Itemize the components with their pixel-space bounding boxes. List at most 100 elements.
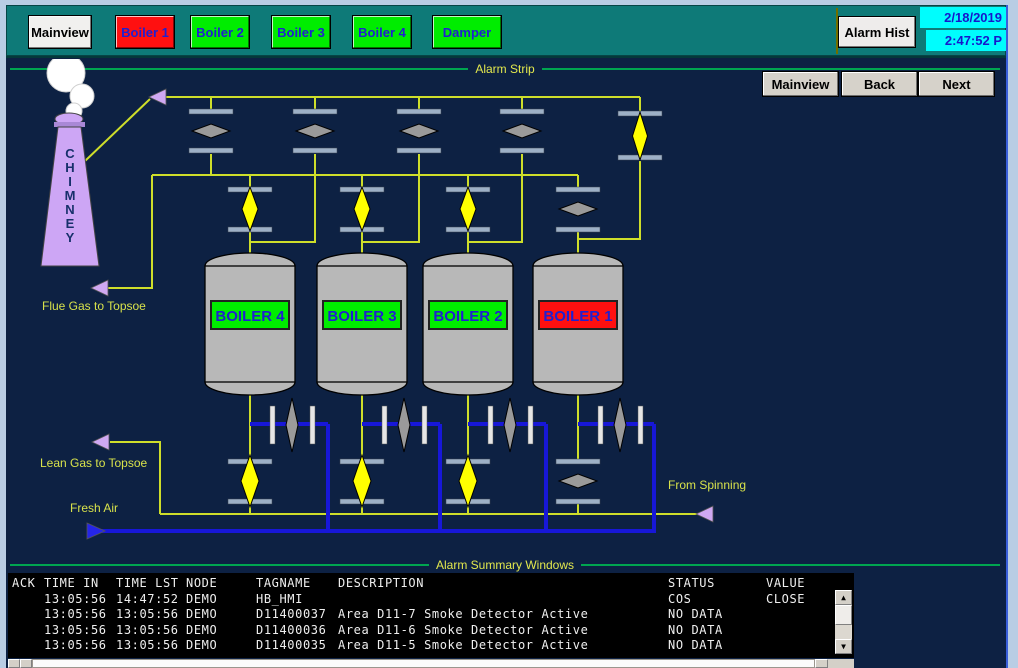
damper-closed-icon[interactable] bbox=[296, 124, 334, 138]
alarm-header-row[interactable]: ACKTIME INTIME LSTNODETAGNAMEDESCRIPTION… bbox=[8, 576, 854, 592]
inlet-valve[interactable] bbox=[340, 187, 384, 232]
damper-closed-icon[interactable] bbox=[400, 124, 438, 138]
scroll-down-icon[interactable]: ▼ bbox=[835, 639, 852, 654]
flange-bar bbox=[598, 406, 603, 444]
lean-gas-arrow-icon bbox=[92, 434, 109, 450]
damper-valve[interactable] bbox=[500, 109, 544, 153]
alarm-cell bbox=[12, 607, 44, 623]
from-spinning-label: From Spinning bbox=[668, 478, 746, 492]
butterfly-closed-icon[interactable] bbox=[398, 398, 410, 452]
bypass-valve[interactable] bbox=[618, 111, 662, 160]
hscroll-track[interactable] bbox=[32, 659, 815, 668]
flange-bar bbox=[189, 109, 233, 114]
alarm-cell: HB_HMI bbox=[256, 592, 338, 608]
toolbar-button-mainview[interactable]: Mainview bbox=[28, 15, 92, 49]
alarm-cell: DEMO bbox=[186, 592, 256, 608]
boiler-vessel[interactable]: BOILER 3 bbox=[317, 253, 407, 395]
flange-bar bbox=[528, 406, 533, 444]
divider-line bbox=[10, 564, 429, 566]
toolbar-button-boiler2[interactable]: Boiler 2 bbox=[190, 15, 250, 49]
alarm-cell: D11400036 bbox=[256, 623, 338, 639]
damper-closed-icon[interactable] bbox=[503, 124, 541, 138]
flange-bar bbox=[382, 406, 387, 444]
toolbar-button-boiler1[interactable]: Boiler 1 bbox=[115, 15, 175, 49]
flange-bar bbox=[556, 187, 600, 192]
flange-bar bbox=[638, 406, 643, 444]
alarm-cell: D11400037 bbox=[256, 607, 338, 623]
outlet-valve[interactable] bbox=[340, 455, 384, 507]
chimney-letter: E bbox=[66, 216, 75, 231]
alarm-cell: 13:05:56 bbox=[44, 607, 116, 623]
alarm-row-item[interactable]: 13:05:5613:05:56DEMOD11400037Area D11-7 … bbox=[8, 607, 854, 623]
chimney-letter: I bbox=[68, 174, 72, 189]
toolbar-button-boiler4[interactable]: Boiler 4 bbox=[352, 15, 412, 49]
valve-open-icon[interactable] bbox=[354, 187, 370, 231]
outlet-valve[interactable] bbox=[556, 459, 600, 504]
alarm-summary-divider: Alarm Summary Windows bbox=[10, 558, 1000, 572]
alarm-cell: NO DATA bbox=[668, 607, 766, 623]
alarm-cell: 13:05:56 bbox=[44, 592, 116, 608]
time-display: 2:47:52 P bbox=[926, 30, 1006, 51]
damper-valve[interactable] bbox=[293, 109, 337, 153]
flange-bar bbox=[397, 109, 441, 114]
scroll-up-icon[interactable]: ▲ bbox=[835, 590, 852, 605]
flange-bar bbox=[556, 459, 600, 464]
inlet-valve[interactable] bbox=[446, 187, 490, 232]
alarm-cell: DEMO bbox=[186, 638, 256, 654]
alarm-horizontal-scrollbar[interactable] bbox=[8, 659, 854, 668]
alarm-vertical-scrollbar[interactable]: ▲ ▼ bbox=[835, 590, 852, 654]
damper-valve[interactable] bbox=[397, 109, 441, 153]
chimney: CHIMNEY bbox=[41, 59, 99, 266]
outlet-valve[interactable] bbox=[228, 455, 272, 507]
boiler-vessel[interactable]: BOILER 1 bbox=[533, 253, 623, 395]
butterfly-closed-icon[interactable] bbox=[504, 398, 516, 452]
boiler-vessel[interactable]: BOILER 4 bbox=[205, 253, 295, 395]
valve-open-icon[interactable] bbox=[633, 112, 648, 160]
butterfly-closed-icon[interactable] bbox=[614, 398, 626, 452]
valve-open-icon[interactable] bbox=[460, 187, 476, 231]
alarm-cell: COS bbox=[668, 592, 766, 608]
valve-open-icon[interactable] bbox=[242, 187, 258, 231]
damper-valve[interactable] bbox=[189, 109, 233, 153]
boiler-name-label: BOILER 3 bbox=[327, 308, 396, 325]
alarm-cell: 13:05:56 bbox=[116, 638, 186, 654]
boiler-name-label: BOILER 4 bbox=[215, 308, 285, 325]
flange-bar bbox=[500, 148, 544, 153]
chimney-letter: N bbox=[65, 202, 74, 217]
alarm-cell bbox=[12, 623, 44, 639]
alarm-row-item[interactable]: 13:05:5613:05:56DEMOD11400035Area D11-5 … bbox=[8, 638, 854, 654]
alarm-row-item[interactable]: 13:05:5613:05:56DEMOD11400036Area D11-6 … bbox=[8, 623, 854, 639]
alarm-cell: Area D11-7 Smoke Detector Active bbox=[338, 607, 668, 623]
outlet-valve[interactable] bbox=[446, 455, 490, 507]
hscroll-button[interactable] bbox=[815, 659, 828, 668]
alarm-cell: 14:47:52 bbox=[116, 592, 186, 608]
butterfly-closed-icon[interactable] bbox=[286, 398, 298, 452]
fresh-air-label: Fresh Air bbox=[70, 501, 118, 515]
alarm-cell: NO DATA bbox=[668, 623, 766, 639]
alarm-hist-button[interactable]: Alarm Hist bbox=[838, 16, 916, 48]
hscroll-button[interactable] bbox=[20, 659, 32, 668]
alarm-summary-window[interactable]: ACKTIME INTIME LSTNODETAGNAMEDESCRIPTION… bbox=[8, 573, 854, 658]
alarm-cell: D11400035 bbox=[256, 638, 338, 654]
alarm-cell bbox=[12, 638, 44, 654]
hmi-screen: Mainview Boiler 1 Boiler 2 Boiler 3 Boiler 4… bbox=[0, 0, 1018, 668]
alarm-cell: TIME IN bbox=[44, 576, 116, 592]
boiler-vessel[interactable]: BOILER 2 bbox=[423, 253, 513, 395]
scrollbar-thumb[interactable] bbox=[835, 605, 852, 625]
flange-bar bbox=[422, 406, 427, 444]
alarm-cell bbox=[338, 592, 668, 608]
lean-gas-label: Lean Gas to Topsoe bbox=[40, 456, 148, 470]
valve-closed-icon[interactable] bbox=[559, 202, 597, 216]
alarm-row-item[interactable]: 13:05:5614:47:52DEMOHB_HMICOSCLOSE bbox=[8, 592, 854, 608]
flange-bar bbox=[310, 406, 315, 444]
inlet-valve[interactable] bbox=[556, 187, 600, 232]
from-spinning-arrow-icon bbox=[696, 506, 713, 522]
toolbar-button-boiler3[interactable]: Boiler 3 bbox=[271, 15, 331, 49]
flange-bar bbox=[556, 499, 600, 504]
damper-closed-icon[interactable] bbox=[192, 124, 230, 138]
valve-closed-icon[interactable] bbox=[559, 474, 597, 488]
toolbar-button-damper[interactable]: Damper bbox=[432, 15, 502, 49]
inlet-valve[interactable] bbox=[228, 187, 272, 232]
alarm-cell: DESCRIPTION bbox=[338, 576, 668, 592]
hscroll-button[interactable] bbox=[8, 659, 20, 668]
